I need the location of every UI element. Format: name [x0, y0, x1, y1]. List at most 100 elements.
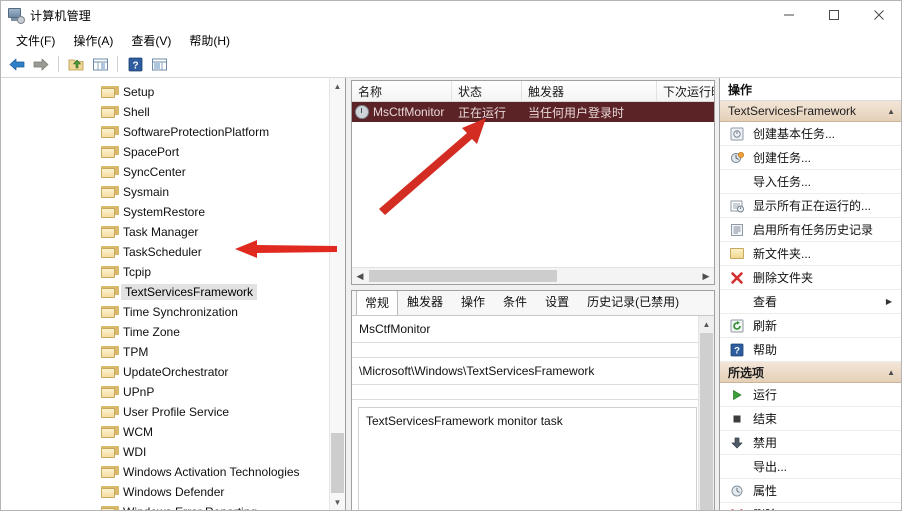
- tree-item[interactable]: Tcpip: [1, 262, 329, 282]
- tree-item[interactable]: Time Zone: [1, 322, 329, 342]
- task-row[interactable]: MsCtfMonitor正在运行当任何用户登录时2015: [352, 102, 714, 122]
- menu-view[interactable]: 查看(V): [122, 30, 180, 51]
- help-button[interactable]: ?: [124, 53, 146, 75]
- actions-group-header[interactable]: TextServicesFramework ▲: [720, 101, 901, 122]
- tree-item[interactable]: UpdateOrchestrator: [1, 362, 329, 382]
- column-header[interactable]: 名称: [352, 81, 452, 101]
- column-header[interactable]: 触发器: [522, 81, 657, 101]
- close-button[interactable]: [856, 1, 901, 29]
- action-item[interactable]: 启用所有任务历史记录: [720, 218, 901, 242]
- tree-item[interactable]: Task Manager: [1, 222, 329, 242]
- folder-icon: [101, 486, 119, 498]
- tree-item[interactable]: Time Synchronization: [1, 302, 329, 322]
- column-header[interactable]: 状态: [452, 81, 522, 101]
- task-scroll-thumb[interactable]: [369, 270, 558, 282]
- tree-item[interactable]: UPnP: [1, 382, 329, 402]
- tree-item[interactable]: SpacePort: [1, 142, 329, 162]
- computer-management-window: 计算机管理 文件(F) 操作(A) 查看(V) 帮助(H) ? Setup Sh…: [0, 0, 902, 511]
- task-status-cell: 正在运行: [458, 105, 507, 120]
- detail-tab[interactable]: 操作: [452, 291, 494, 315]
- actions-groups: TextServicesFramework ▲ 创建基本任务... 创建任务... 导入…: [720, 101, 901, 510]
- action-item[interactable]: 属性: [720, 479, 901, 503]
- tree-item[interactable]: TextServicesFramework: [1, 282, 329, 302]
- tree-scroll-thumb[interactable]: [331, 433, 344, 493]
- task-trigger-cell: 当任何用户登录时: [528, 105, 625, 120]
- action-item[interactable]: 新文件夹...: [720, 242, 901, 266]
- action-item[interactable]: 刷新: [720, 314, 901, 338]
- action-item-label: 查看: [753, 295, 778, 309]
- tree-item-label: TextServicesFramework: [121, 284, 258, 300]
- menu-file[interactable]: 文件(F): [7, 30, 64, 51]
- tree-item[interactable]: Windows Activation Technologies: [1, 462, 329, 482]
- task-scroll-left-button[interactable]: ◀: [352, 268, 368, 284]
- forward-button[interactable]: [30, 53, 52, 75]
- action-item[interactable]: 运行: [720, 383, 901, 407]
- tree-item[interactable]: SystemRestore: [1, 202, 329, 222]
- tree-item[interactable]: Setup: [1, 82, 329, 102]
- tree-item[interactable]: WCM: [1, 422, 329, 442]
- action-item-label: 显示所有正在运行的...: [753, 199, 872, 213]
- tree-item[interactable]: SyncCenter: [1, 162, 329, 182]
- detail-tab[interactable]: 常规: [356, 291, 399, 316]
- toolbar-separator: [58, 56, 59, 72]
- tree-vertical-scrollbar[interactable]: ▲ ▼: [329, 78, 345, 510]
- task-scroll-right-button[interactable]: ▶: [698, 268, 714, 284]
- action-item-label: 刷新: [753, 319, 778, 333]
- minimize-button[interactable]: [766, 1, 811, 29]
- tree-scroll-up-button[interactable]: ▲: [330, 78, 345, 94]
- back-button[interactable]: [6, 53, 28, 75]
- detail-scroll-thumb[interactable]: [700, 333, 713, 510]
- action-item[interactable]: 显示所有正在运行的...: [720, 194, 901, 218]
- action-item[interactable]: 创建任务...: [720, 146, 901, 170]
- actions-group-header[interactable]: 所选项 ▲: [720, 362, 901, 383]
- menu-help[interactable]: 帮助(H): [180, 30, 239, 51]
- tree-item[interactable]: User Profile Service: [1, 402, 329, 422]
- menu-bar: 文件(F) 操作(A) 查看(V) 帮助(H): [1, 29, 901, 51]
- detail-scroll-up-button[interactable]: ▲: [699, 316, 714, 332]
- tree-item-label: Windows Error Reporting: [123, 505, 257, 510]
- detail-tab[interactable]: 设置: [536, 291, 578, 315]
- detail-tab-strip: 常规 触发器 操作 条件 设置 历史记录(已禁用): [352, 291, 714, 316]
- tree-item[interactable]: Shell: [1, 102, 329, 122]
- action-item[interactable]: 查看 ▶: [720, 290, 901, 314]
- tree-item-label: UpdateOrchestrator: [123, 365, 229, 379]
- detail-tab[interactable]: 条件: [494, 291, 536, 315]
- folder-icon: [101, 86, 119, 98]
- tree-item[interactable]: TPM: [1, 342, 329, 362]
- maximize-button[interactable]: [811, 1, 856, 29]
- action-item[interactable]: 结束: [720, 407, 901, 431]
- action-item[interactable]: 创建基本任务...: [720, 122, 901, 146]
- action-item[interactable]: 禁用: [720, 431, 901, 455]
- action-item[interactable]: ? 帮助: [720, 338, 901, 362]
- tree-list: Setup Shell SoftwareProtectionPlatform Spac…: [1, 78, 329, 510]
- tree-item[interactable]: Windows Defender: [1, 482, 329, 502]
- tree-item[interactable]: TaskScheduler: [1, 242, 329, 262]
- back-arrow-icon: [9, 58, 25, 70]
- detail-tab[interactable]: 触发器: [398, 291, 452, 315]
- tree-item[interactable]: SoftwareProtectionPlatform: [1, 122, 329, 142]
- action-item[interactable]: 删除: [720, 503, 901, 510]
- show-hide-action-pane-button[interactable]: [148, 53, 170, 75]
- detail-vertical-scrollbar[interactable]: ▲: [698, 316, 714, 510]
- action-item[interactable]: 导出...: [720, 455, 901, 479]
- show-hide-console-tree-button[interactable]: [89, 53, 111, 75]
- up-one-level-button[interactable]: [65, 53, 87, 75]
- folder-icon: [101, 206, 119, 218]
- action-item-label: 属性: [753, 484, 778, 498]
- action-item[interactable]: 导入任务...: [720, 170, 901, 194]
- detail-tab[interactable]: 历史记录(已禁用): [578, 291, 688, 315]
- task-list-horizontal-scrollbar[interactable]: ◀ ▶: [352, 267, 714, 284]
- column-header[interactable]: 下次运行时间: [657, 81, 714, 101]
- folder-icon: [101, 326, 119, 338]
- chevron-up-icon[interactable]: ▲: [887, 107, 895, 116]
- tree-item[interactable]: Sysmain: [1, 182, 329, 202]
- chevron-up-icon[interactable]: ▲: [887, 368, 895, 377]
- action-item[interactable]: 删除文件夹: [720, 266, 901, 290]
- tree-item[interactable]: Windows Error Reporting: [1, 502, 329, 510]
- menu-action[interactable]: 操作(A): [64, 30, 122, 51]
- tree-item[interactable]: WDI: [1, 442, 329, 462]
- folder-icon: [101, 126, 119, 138]
- tree-scroll-down-button[interactable]: ▼: [330, 494, 345, 510]
- folder-icon: [101, 386, 119, 398]
- task-location-field: \Microsoft\Windows\TextServicesFramework: [352, 358, 698, 385]
